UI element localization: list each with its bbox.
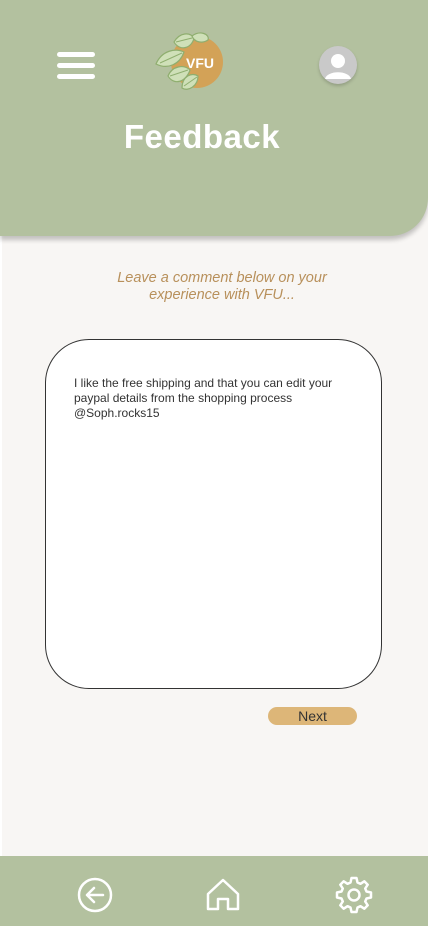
logo-text: VFU	[186, 55, 214, 71]
vfu-logo: VFU	[152, 28, 226, 92]
menu-bar-middle	[57, 63, 95, 68]
user-avatar-icon	[325, 54, 351, 79]
home-icon	[206, 878, 240, 911]
back-button[interactable]	[76, 876, 114, 914]
menu-button[interactable]	[57, 52, 95, 80]
comment-textarea[interactable]: I like the free shipping and that you ca…	[45, 339, 382, 689]
leaf-logo-icon: VFU	[155, 32, 223, 90]
back-arrow-icon	[77, 877, 113, 913]
menu-bar-top	[57, 52, 95, 57]
gear-icon	[335, 876, 373, 914]
profile-avatar[interactable]	[319, 46, 357, 84]
page-title: Feedback	[123, 118, 281, 155]
home-button[interactable]	[204, 876, 242, 914]
feedback-prompt: Leave a comment below on your experience…	[117, 270, 327, 303]
menu-bar-bottom	[57, 74, 95, 79]
comment-text: I like the free shipping and that you ca…	[74, 376, 333, 420]
next-button[interactable]: Next	[268, 707, 357, 725]
settings-button[interactable]	[335, 876, 373, 914]
